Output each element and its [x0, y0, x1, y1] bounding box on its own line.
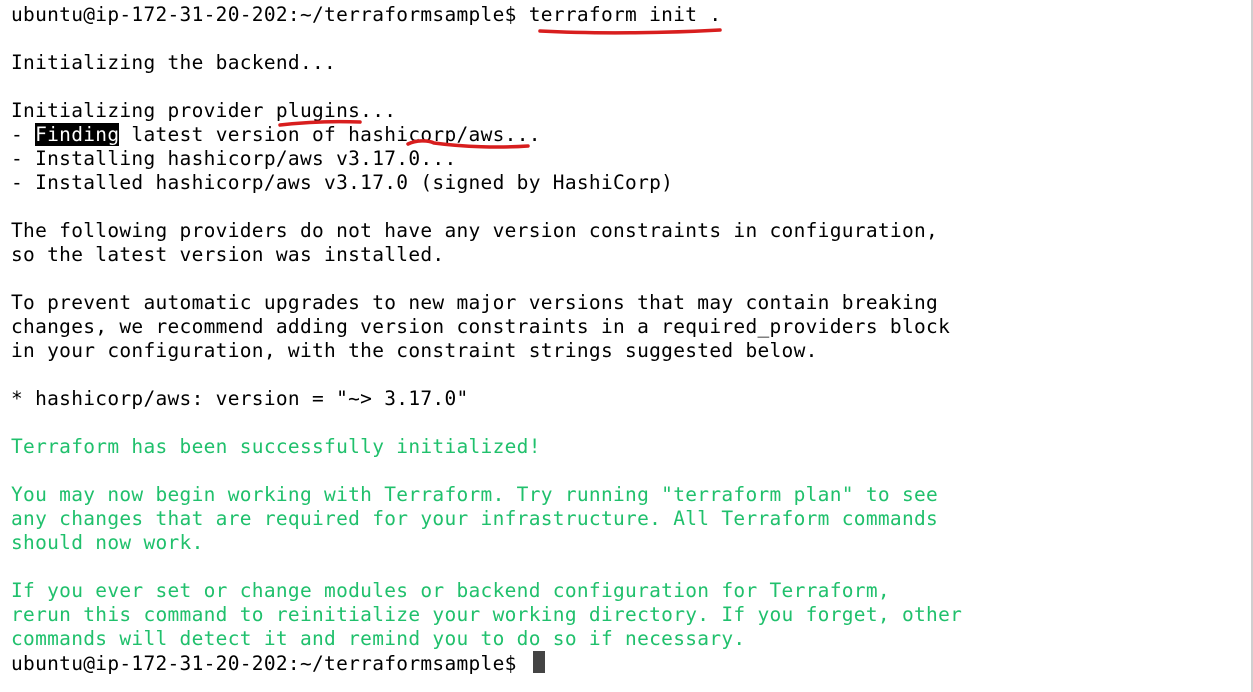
output-line-green: rerun this command to reinitialize your …: [11, 603, 963, 626]
output-line: Initializing provider plugins...: [11, 99, 397, 122]
prompt-line-command: ubuntu@ip-172-31-20-202:~/terraformsampl…: [11, 3, 721, 27]
output-line-finding: - Finding latest version of hashicorp/aw…: [11, 123, 541, 147]
output-line: - Installed hashicorp/aws v3.17.0 (signe…: [11, 171, 674, 194]
output-line: Initializing the backend...: [11, 51, 337, 74]
output-line-green: You may now begin working with Terraform…: [11, 483, 939, 506]
terminal-window[interactable]: ubuntu@ip-172-31-20-202:~/terraformsampl…: [0, 0, 1253, 692]
output-line: - Installing hashicorp/aws v3.17.0...: [11, 147, 457, 170]
output-line: so the latest version was installed.: [11, 243, 445, 266]
output-line-green: should now work.: [11, 531, 204, 554]
shell-prompt: ubuntu@ip-172-31-20-202:~/terraformsampl…: [11, 652, 529, 675]
output-line-green: commands will detect it and remind you t…: [11, 627, 746, 650]
success-message: Terraform has been successfully initiali…: [11, 435, 541, 458]
shell-prompt: ubuntu@ip-172-31-20-202:~/terraformsampl…: [11, 3, 529, 26]
selected-text-highlight: Finding: [35, 123, 120, 146]
window-bottom-strip: [0, 688, 932, 692]
output-line: The following providers do not have any …: [11, 219, 939, 242]
output-line: * hashicorp/aws: version = "~> 3.17.0": [11, 387, 469, 410]
output-line: To prevent automatic upgrades to new maj…: [11, 291, 939, 314]
line-rest: latest version of hashicorp/aws...: [119, 123, 541, 146]
prompt-line-current[interactable]: ubuntu@ip-172-31-20-202:~/terraformsampl…: [11, 651, 545, 675]
output-line-green: any changes that are required for your i…: [11, 507, 939, 530]
output-line-green: If you ever set or change modules or bac…: [11, 579, 890, 602]
line-prefix: -: [11, 123, 36, 146]
output-line: changes, we recommend adding version con…: [11, 315, 951, 338]
text-cursor: [532, 651, 545, 673]
typed-command: terraform init .: [528, 3, 722, 26]
output-line: in your configuration, with the constrai…: [11, 339, 818, 362]
